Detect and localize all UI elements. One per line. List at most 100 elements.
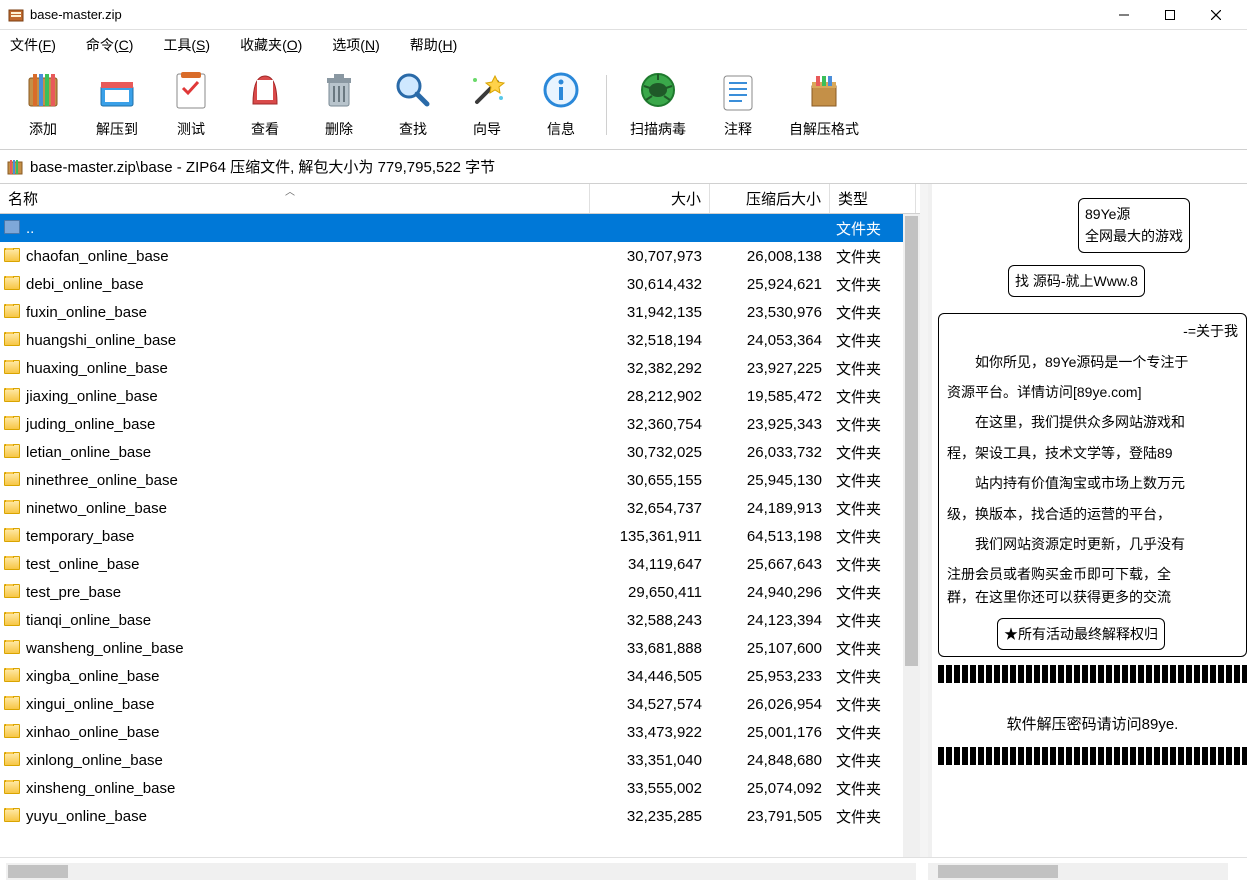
file-packed-size: 24,189,913 bbox=[710, 500, 830, 517]
column-headers: ︿ 名称 大小 压缩后大小 类型 bbox=[0, 184, 920, 214]
file-packed-size: 19,585,472 bbox=[710, 388, 830, 405]
table-row[interactable]: xinsheng_online_base33,555,00225,074,092… bbox=[0, 774, 920, 802]
table-row[interactable]: xinlong_online_base33,351,04024,848,680文… bbox=[0, 746, 920, 774]
table-row[interactable]: letian_online_base30,732,02526,033,732文件… bbox=[0, 438, 920, 466]
column-type[interactable]: 类型 bbox=[830, 184, 916, 213]
file-size: 29,650,411 bbox=[590, 584, 710, 601]
file-size: 33,555,002 bbox=[590, 780, 710, 797]
column-packed[interactable]: 压缩后大小 bbox=[710, 184, 830, 213]
file-list-pane: ︿ 名称 大小 压缩后大小 类型 ..文件夹chaofan_online_bas… bbox=[0, 184, 920, 857]
toolbar-virus-button[interactable]: 扫描病毒 bbox=[619, 65, 697, 145]
list-horizontal-scrollbar[interactable] bbox=[6, 863, 916, 880]
file-name: wansheng_online_base bbox=[26, 640, 184, 657]
scroll-thumb[interactable] bbox=[8, 865, 68, 878]
folder-icon bbox=[4, 360, 22, 376]
close-button[interactable] bbox=[1193, 1, 1239, 29]
file-name: jiaxing_online_base bbox=[26, 388, 158, 405]
file-packed-size: 26,026,954 bbox=[710, 696, 830, 713]
file-name: xinsheng_online_base bbox=[26, 780, 175, 797]
table-row[interactable]: ..文件夹 bbox=[0, 214, 920, 242]
table-row[interactable]: tianqi_online_base32,588,24324,123,394文件… bbox=[0, 606, 920, 634]
pane-divider[interactable] bbox=[920, 184, 928, 857]
folder-icon bbox=[4, 556, 22, 572]
table-row[interactable]: huaxing_online_base32,382,29223,927,225文… bbox=[0, 354, 920, 382]
file-name: huangshi_online_base bbox=[26, 332, 176, 349]
table-row[interactable]: fuxin_online_base31,942,13523,530,976文件夹 bbox=[0, 298, 920, 326]
menu-command[interactable]: 命令(C) bbox=[80, 32, 139, 58]
table-row[interactable]: juding_online_base32,360,75423,925,343文件… bbox=[0, 410, 920, 438]
file-packed-size: 25,001,176 bbox=[710, 724, 830, 741]
column-name[interactable]: 名称 bbox=[0, 184, 590, 213]
file-packed-size: 25,945,130 bbox=[710, 472, 830, 489]
toolbar-delete-button[interactable]: 删除 bbox=[306, 65, 372, 145]
file-size: 33,681,888 bbox=[590, 640, 710, 657]
table-row[interactable]: xinhao_online_base33,473,92225,001,176文件… bbox=[0, 718, 920, 746]
file-packed-size: 24,848,680 bbox=[710, 752, 830, 769]
preview-horizontal-scrollbar[interactable] bbox=[928, 863, 1228, 880]
table-row[interactable]: jiaxing_online_base28,212,90219,585,472文… bbox=[0, 382, 920, 410]
menu-help[interactable]: 帮助(H) bbox=[404, 32, 463, 58]
toolbar-find-button[interactable]: 查找 bbox=[380, 65, 446, 145]
vertical-scrollbar[interactable] bbox=[903, 214, 920, 857]
file-name: xingui_online_base bbox=[26, 696, 154, 713]
toolbar-extract-button[interactable]: 解压到 bbox=[84, 65, 150, 145]
toolbar-view-button[interactable]: 查看 bbox=[232, 65, 298, 145]
toolbar-sfx-button[interactable]: 自解压格式 bbox=[779, 65, 869, 145]
table-row[interactable]: huangshi_online_base32,518,19424,053,364… bbox=[0, 326, 920, 354]
table-row[interactable]: temporary_base135,361,91164,513,198文件夹 bbox=[0, 522, 920, 550]
toolbar-comment-button[interactable]: 注释 bbox=[705, 65, 771, 145]
toolbar-view-label: 查看 bbox=[251, 119, 279, 139]
toolbar-comment-label: 注释 bbox=[724, 119, 752, 139]
toolbar-add-button[interactable]: 添加 bbox=[10, 65, 76, 145]
folder-icon bbox=[4, 668, 22, 684]
maximize-button[interactable] bbox=[1147, 1, 1193, 29]
table-row[interactable]: yuyu_online_base32,235,28523,791,505文件夹 bbox=[0, 802, 920, 830]
toolbar-add-label: 添加 bbox=[29, 119, 57, 139]
table-row[interactable]: wansheng_online_base 33,681,88825,107,600… bbox=[0, 634, 920, 662]
file-name: temporary_base bbox=[26, 528, 134, 545]
file-name: fuxin_online_base bbox=[26, 304, 147, 321]
file-name: tianqi_online_base bbox=[26, 612, 151, 629]
file-size: 30,614,432 bbox=[590, 276, 710, 293]
toolbar-wizard-button[interactable]: 向导 bbox=[454, 65, 520, 145]
table-row[interactable]: ninetwo_online_base32,654,73724,189,913文… bbox=[0, 494, 920, 522]
table-row[interactable]: ninethree_online_base30,655,15525,945,13… bbox=[0, 466, 920, 494]
table-row[interactable]: debi_online_base30,614,43225,924,621文件夹 bbox=[0, 270, 920, 298]
menu-options[interactable]: 选项(N) bbox=[326, 32, 385, 58]
scroll-thumb[interactable] bbox=[938, 865, 1058, 878]
toolbar-virus-label: 扫描病毒 bbox=[630, 119, 686, 139]
folder-icon bbox=[4, 332, 22, 348]
preview-pane: 89Ye源 全网最大的游戏 找 源码-就上Www.8 -=关于我 如你所见，89… bbox=[928, 184, 1247, 857]
minimize-button[interactable] bbox=[1101, 1, 1147, 29]
file-name: xinlong_online_base bbox=[26, 752, 163, 769]
toolbar-separator bbox=[606, 75, 607, 135]
toolbar-test-button[interactable]: 测试 bbox=[158, 65, 224, 145]
delete-icon bbox=[315, 66, 363, 114]
file-size: 135,361,911 bbox=[590, 528, 710, 545]
menu-tools[interactable]: 工具(S) bbox=[157, 32, 216, 58]
file-size: 34,527,574 bbox=[590, 696, 710, 713]
file-name: juding_online_base bbox=[26, 416, 155, 433]
file-list-body[interactable]: ..文件夹chaofan_online_base30,707,97326,008… bbox=[0, 214, 920, 857]
pathbar[interactable]: base-master.zip\base - ZIP64 压缩文件, 解包大小为… bbox=[0, 150, 1247, 184]
toolbar-info-button[interactable]: 信息 bbox=[528, 65, 594, 145]
file-packed-size: 64,513,198 bbox=[710, 528, 830, 545]
table-row[interactable]: xingba_online_base34,446,50525,953,233文件… bbox=[0, 662, 920, 690]
content-area: ︿ 名称 大小 压缩后大小 类型 ..文件夹chaofan_online_bas… bbox=[0, 184, 1247, 857]
folder-icon bbox=[4, 724, 22, 740]
table-row[interactable]: chaofan_online_base30,707,97326,008,138文… bbox=[0, 242, 920, 270]
file-size: 30,732,025 bbox=[590, 444, 710, 461]
menu-favorites[interactable]: 收藏夹(O) bbox=[234, 32, 308, 58]
column-size[interactable]: 大小 bbox=[590, 184, 710, 213]
file-packed-size: 23,791,505 bbox=[710, 808, 830, 825]
table-row[interactable]: test_online_base34,119,64725,667,643文件夹 bbox=[0, 550, 920, 578]
scroll-thumb[interactable] bbox=[905, 216, 918, 666]
file-packed-size: 25,107,600 bbox=[710, 640, 830, 657]
menu-file[interactable]: 文件(F) bbox=[4, 32, 62, 58]
preview-box-2: 找 源码-就上Www.8 bbox=[1008, 265, 1145, 297]
table-row[interactable]: xingui_online_base34,527,57426,026,954文件… bbox=[0, 690, 920, 718]
preview-password-note: 软件解压密码请访问89ye. bbox=[938, 713, 1247, 737]
file-name: debi_online_base bbox=[26, 276, 144, 293]
table-row[interactable]: test_pre_base29,650,41124,940,296文件夹 bbox=[0, 578, 920, 606]
folder-icon bbox=[4, 612, 22, 628]
